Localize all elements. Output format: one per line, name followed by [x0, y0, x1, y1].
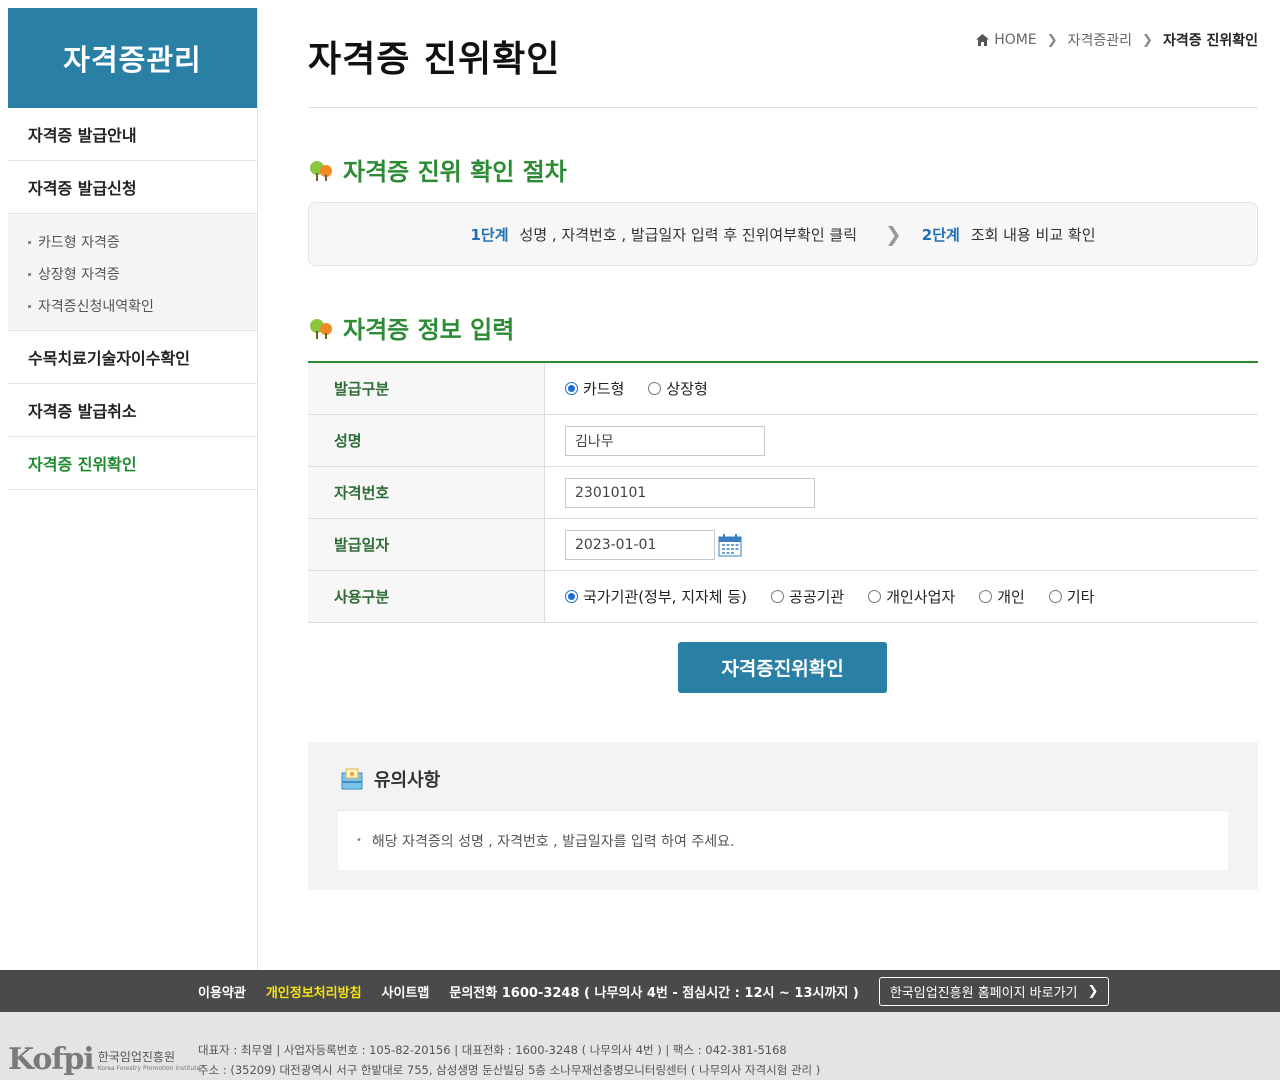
footer-company-info: 대표자 : 최무열 | 사업자등록번호 : 105-82-20156 | 대표전…: [198, 1040, 820, 1080]
footer-info-line1: 대표자 : 최무열 | 사업자등록번호 : 105-82-20156 | 대표전…: [198, 1043, 787, 1057]
radio-button[interactable]: [979, 590, 993, 603]
footer-info-line2: 주소 : (35209) 대전광역시 서구 한밭대로 755, 삼성생명 둔산빌…: [198, 1063, 821, 1077]
logo-mark: Kofpi: [8, 1042, 95, 1077]
sidebar-item-tree-doctor[interactable]: 수목치료기술자이수확인: [8, 331, 257, 384]
chevron-right-icon: ❯: [1087, 983, 1099, 999]
bullet-icon: •: [356, 835, 362, 846]
radio-button[interactable]: [1048, 590, 1062, 603]
step2-text: 조회 내용 비교 확인: [970, 225, 1096, 244]
radio-button[interactable]: [771, 590, 785, 603]
step2-label: 2단계: [921, 225, 960, 244]
chevron-right-icon: ❯: [1046, 32, 1058, 48]
breadcrumb-current: 자격증 진위확인: [1162, 33, 1258, 49]
home-link[interactable]: HOME: [976, 32, 1037, 48]
step1-label: 1단계: [470, 225, 509, 244]
radio-button-checked[interactable]: [565, 590, 578, 603]
footer-nav: 이용약관 개인정보처리방침 사이트맵 문의전화 1600-3248 ( 나무의사…: [0, 970, 1280, 1012]
verify-button[interactable]: 자격증진위확인: [678, 642, 887, 693]
form-row-name: 성명: [308, 415, 1258, 467]
radio-national-agency[interactable]: 국가기관(정부, 지자체 등): [565, 586, 747, 607]
submenu-item-certificate[interactable]: 상장형 자격증: [8, 258, 257, 290]
form-row-issue-type: 발급구분 카드형 상장형: [308, 363, 1258, 415]
site-link-button[interactable]: 한국임업진흥원 홈페이지 바로가기 ❯: [878, 976, 1110, 1006]
submenu-item-card[interactable]: 카드형 자격증: [8, 226, 257, 258]
breadcrumb: HOME ❯ 자격증관리 ❯ 자격증 진위확인: [976, 30, 1258, 50]
usage-label: 사용구분: [308, 571, 545, 622]
radio-individual[interactable]: 개인: [979, 586, 1025, 607]
issue-date-input[interactable]: [565, 529, 715, 560]
chevron-right-icon: ❯: [1142, 32, 1153, 48]
notice-title: 유의사항: [340, 766, 440, 792]
radio-public-agency[interactable]: 공공기관: [771, 586, 844, 607]
notice-body: • 해당 자격증의 성명 , 자격번호 , 발급일자를 입력 하여 주세요.: [338, 810, 1228, 870]
procedure-title: 자격증 진위 확인 절차: [308, 152, 567, 187]
kofpi-logo: Kofpi 한국임업진흥원 Korea Forestry Promotion I…: [8, 1042, 200, 1077]
name-input[interactable]: [565, 425, 765, 456]
sidebar-item-issue-apply[interactable]: 자격증 발급신청: [8, 161, 257, 214]
issue-type-label: 발급구분: [308, 363, 545, 414]
footer-link-terms[interactable]: 이용약관: [198, 982, 246, 1001]
radio-card[interactable]: 카드형: [565, 378, 624, 399]
radio-other[interactable]: 기타: [1048, 586, 1094, 607]
sidebar-submenu: 카드형 자격증 상장형 자격증 자격증신청내역확인: [8, 214, 257, 331]
breadcrumb-level1[interactable]: 자격증관리: [1068, 30, 1132, 50]
certificate-form: 발급구분 카드형 상장형 성명 자격번호 발급일자: [308, 361, 1258, 623]
sidebar-item-verify[interactable]: 자격증 진위확인: [8, 437, 257, 490]
form-section-title: 자격증 정보 입력: [308, 310, 514, 345]
chevron-right-icon: ❯: [885, 222, 902, 246]
logo-english: Korea Forestry Promotion Institute: [97, 1064, 201, 1072]
radio-sole-proprietor[interactable]: 개인사업자: [868, 586, 955, 607]
page-title: 자격증 진위확인: [308, 39, 561, 80]
footer-info-area: Kofpi 한국임업진흥원 Korea Forestry Promotion I…: [0, 1012, 1280, 1080]
radio-certificate[interactable]: 상장형: [648, 378, 708, 399]
radio-button-checked[interactable]: [565, 382, 578, 395]
form-row-issue-date: 발급일자: [308, 519, 1258, 571]
form-row-cert-no: 자격번호: [308, 467, 1258, 519]
sidebar-item-issue-guide[interactable]: 자격증 발급안내: [8, 108, 257, 161]
sidebar-title: 자격증관리: [8, 8, 257, 108]
issue-date-label: 발급일자: [308, 519, 545, 570]
calendar-icon[interactable]: [718, 533, 742, 557]
notice-text: 해당 자격증의 성명 , 자격번호 , 발급일자를 입력 하여 주세요.: [371, 833, 735, 850]
footer-link-privacy[interactable]: 개인정보처리방침: [266, 982, 362, 1001]
cert-no-input[interactable]: [565, 477, 815, 508]
home-icon: [976, 34, 990, 46]
sidebar: 자격증관리 자격증 발급안내 자격증 발급신청 카드형 자격증 상장형 자격증 …: [8, 8, 258, 970]
footer-link-sitemap[interactable]: 사이트맵: [382, 982, 430, 1001]
sidebar-item-issue-cancel[interactable]: 자격증 발급취소: [8, 384, 257, 437]
submenu-item-history[interactable]: 자격증신청내역확인: [8, 290, 257, 322]
form-row-usage: 사용구분 국가기관(정부, 지자체 등) 공공기관 개인사업자 개인 기타: [308, 571, 1258, 623]
notice-icon: [341, 768, 363, 790]
step1-text: 성명 , 자격번호 , 발급일자 입력 후 진위여부확인 클릭: [519, 225, 857, 244]
footer-contact: 문의전화 1600-3248 ( 나무의사 4번 - 점심시간 : 12시 ~ …: [449, 985, 859, 1001]
radio-button[interactable]: [868, 590, 882, 603]
header-divider: [308, 107, 1258, 108]
name-label: 성명: [308, 415, 545, 466]
procedure-steps: 1단계 성명 , 자격번호 , 발급일자 입력 후 진위여부확인 클릭 ❯ 2단…: [308, 202, 1258, 266]
tree-icon: [310, 318, 332, 339]
cert-no-label: 자격번호: [308, 467, 545, 518]
tree-icon: [310, 160, 332, 181]
notice-box: 유의사항 • 해당 자격증의 성명 , 자격번호 , 발급일자를 입력 하여 주…: [308, 742, 1258, 890]
radio-button[interactable]: [648, 382, 662, 395]
logo-korean: 한국임업진흥원: [97, 1049, 175, 1064]
